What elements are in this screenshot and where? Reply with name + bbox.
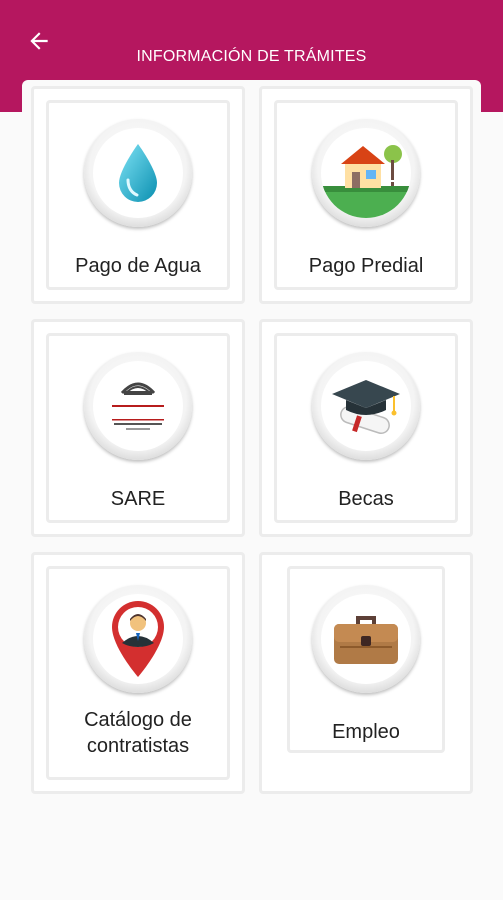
card-label: Becas	[338, 488, 394, 510]
card-sare[interactable]: SARE	[31, 319, 245, 537]
card-inner: Pago Predial	[274, 100, 458, 290]
card-pago-predial[interactable]: Pago Predial	[259, 86, 473, 304]
card-inner: Pago de Agua	[46, 100, 230, 290]
card-label: Empleo	[332, 721, 400, 743]
page-title: INFORMACIÓN DE TRÁMITES	[136, 48, 367, 65]
card-inner: Becas	[274, 333, 458, 523]
icon-frame	[84, 585, 192, 693]
icon-frame	[312, 352, 420, 460]
card-label: Pago Predial	[308, 255, 424, 277]
icon-frame	[312, 119, 420, 227]
location-person-icon	[93, 594, 183, 684]
card-label: SARE	[110, 488, 166, 510]
card-label: Catálogo de contratistas	[84, 707, 192, 759]
card-empleo[interactable]: Empleo	[259, 552, 473, 794]
card-label-line1: Catálogo de	[84, 709, 192, 731]
graduation-cap-icon	[321, 361, 411, 451]
card-label-line2: contratistas	[86, 735, 190, 757]
icon-frame	[84, 352, 192, 460]
briefcase-icon	[321, 594, 411, 684]
content-panel: Pago de Agua Pago Predial SARE Becas Cat…	[22, 80, 481, 900]
card-inner: Empleo	[287, 566, 445, 753]
card-label: Pago de Agua	[75, 255, 201, 277]
card-pago-agua[interactable]: Pago de Agua	[31, 86, 245, 304]
card-inner: SARE	[46, 333, 230, 523]
icon-frame	[84, 119, 192, 227]
house-icon	[321, 128, 411, 218]
water-drop-icon	[93, 128, 183, 218]
icon-frame	[312, 585, 420, 693]
card-becas[interactable]: Becas	[259, 319, 473, 537]
sare-logo-icon	[93, 361, 183, 451]
card-catalogo-contratistas[interactable]: Catálogo de contratistas	[31, 552, 245, 794]
card-inner: Catálogo de contratistas	[46, 566, 230, 780]
